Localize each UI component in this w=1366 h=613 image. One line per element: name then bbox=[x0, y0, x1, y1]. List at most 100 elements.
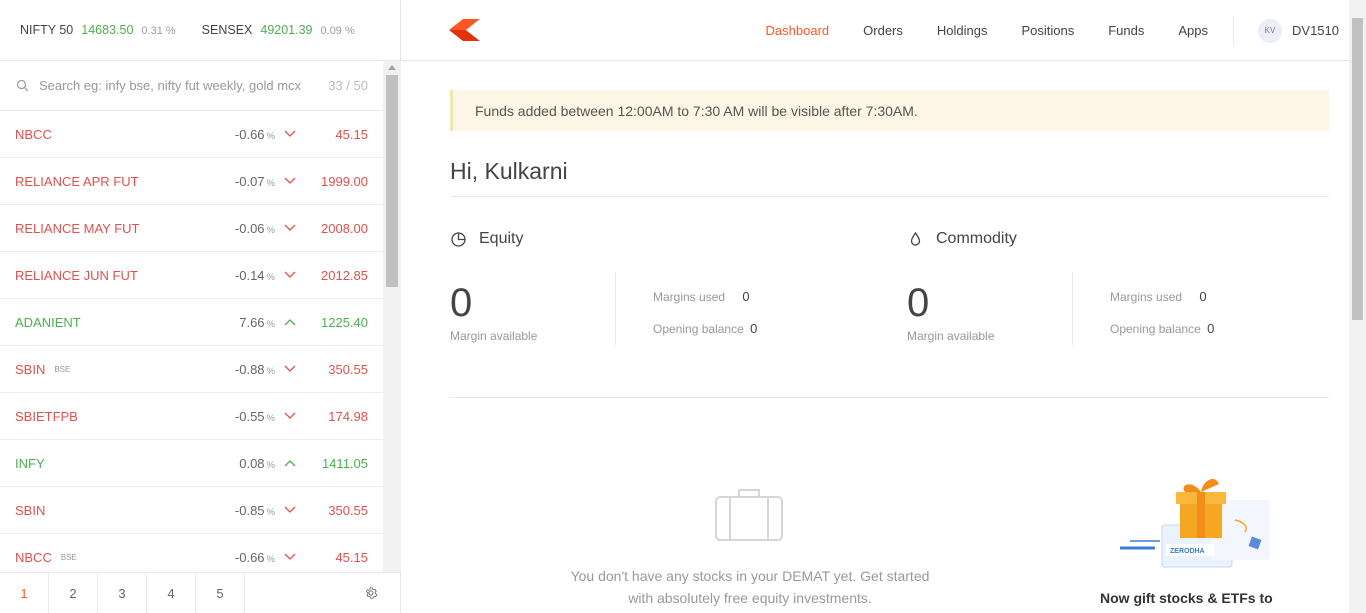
change-percent: -0.88% bbox=[185, 362, 275, 377]
last-price: 45.15 bbox=[335, 126, 368, 142]
scrollbar-thumb[interactable] bbox=[386, 75, 398, 287]
instrument-symbol: SBIETFPB bbox=[15, 409, 185, 424]
percent-sign: % bbox=[266, 271, 275, 283]
chevron-down-icon bbox=[275, 271, 305, 279]
page-tab-4[interactable]: 4 bbox=[147, 573, 196, 613]
symbol-name: SBIN bbox=[15, 361, 46, 377]
watchlist-item[interactable]: RELIANCE APR FUT -0.07% 1999.00 bbox=[0, 158, 383, 205]
percent-sign: % bbox=[266, 365, 275, 377]
last-price: 350.55 bbox=[328, 361, 368, 377]
change-value: -0.14 bbox=[234, 267, 265, 283]
search-input[interactable] bbox=[39, 78, 329, 93]
watchlist: NBCC -0.66% 45.15 RELIANCE APR FUT -0.07% 199… bbox=[0, 111, 383, 572]
search-icon bbox=[16, 79, 29, 92]
instrument-symbol: RELIANCE MAY FUT bbox=[15, 221, 185, 236]
symbol-name: SBIETFPB bbox=[15, 408, 78, 424]
commodity-margin-available: 0 bbox=[907, 281, 930, 325]
watchlist-item[interactable]: SBIN BSE -0.88% 350.55 bbox=[0, 346, 383, 393]
scrollbar-thumb[interactable] bbox=[1352, 18, 1363, 320]
watchlist-scrollbar[interactable] bbox=[383, 61, 401, 573]
index-bar: NIFTY 50 14683.50 0.31 % SENSEX 49201.39… bbox=[0, 0, 400, 61]
chevron-down-icon bbox=[275, 365, 305, 373]
nav-funds[interactable]: Funds bbox=[1108, 23, 1144, 38]
margin-segments: Equity 0 Margin available Margins used 0… bbox=[450, 197, 1329, 397]
nav-holdings[interactable]: Holdings bbox=[937, 23, 988, 38]
page-scrollbar[interactable] bbox=[1349, 0, 1366, 613]
instrument-symbol: INFY bbox=[15, 456, 185, 471]
user-id[interactable]: DV1510 bbox=[1292, 23, 1339, 38]
chevron-down-icon bbox=[275, 224, 305, 232]
last-price: 1411.05 bbox=[321, 455, 368, 471]
empty-text-line1: You don't have any stocks in your DEMAT … bbox=[570, 568, 930, 584]
divider bbox=[615, 272, 616, 345]
commodity-segment: Commodity 0 Margin available Margins use… bbox=[907, 197, 1347, 397]
watchlist-item[interactable]: INFY 0.08% 1411.05 bbox=[0, 440, 383, 487]
change-value: -0.88 bbox=[234, 361, 265, 377]
commodity-title[interactable]: Commodity bbox=[907, 230, 1017, 248]
watchlist-item[interactable]: SBIETFPB -0.55% 174.98 bbox=[0, 393, 383, 440]
watchlist-item[interactable]: NBCC BSE -0.66% 45.15 bbox=[0, 534, 383, 572]
gift-card-label: ZERODHA bbox=[1170, 548, 1205, 555]
page-tab-3[interactable]: 3 bbox=[98, 573, 147, 613]
kite-logo[interactable] bbox=[449, 19, 481, 46]
percent-sign: % bbox=[266, 177, 275, 189]
gift-card-illustration: ZERODHA bbox=[1120, 478, 1270, 568]
symbol-name: RELIANCE JUN FUT bbox=[15, 267, 138, 283]
index-nifty[interactable]: NIFTY 50 14683.50 0.31 % bbox=[20, 23, 176, 37]
watchlist-item[interactable]: ADANIENT 7.66% 1225.40 bbox=[0, 299, 383, 346]
watchlist-item[interactable]: SBIN -0.85% 350.55 bbox=[0, 487, 383, 534]
index-sensex[interactable]: SENSEX 49201.39 0.09 % bbox=[202, 23, 355, 37]
symbol-name: SBIN bbox=[15, 502, 46, 518]
change-percent: -0.06% bbox=[185, 221, 275, 236]
symbol-name: INFY bbox=[15, 455, 45, 471]
margin-available-label: Margin available bbox=[907, 329, 995, 343]
funds-notice: Funds added between 12:00AM to 7:30 AM w… bbox=[450, 90, 1329, 131]
nav-positions[interactable]: Positions bbox=[1021, 23, 1074, 38]
nav-dashboard[interactable]: Dashboard bbox=[766, 23, 830, 38]
divider bbox=[1072, 272, 1073, 345]
instrument-symbol: SBIN bbox=[15, 503, 185, 518]
scroll-up-icon[interactable] bbox=[388, 65, 396, 70]
commodity-opening-balance: Opening balance 0 bbox=[1110, 321, 1214, 336]
page-tab-2[interactable]: 2 bbox=[49, 573, 98, 613]
symbol-name: NBCC bbox=[15, 549, 52, 565]
index-name: NIFTY 50 bbox=[20, 23, 74, 37]
last-price: 2012.85 bbox=[321, 267, 368, 283]
margins-used-value: 0 bbox=[742, 289, 750, 304]
instrument-symbol: RELIANCE APR FUT bbox=[15, 174, 185, 189]
settings-button[interactable] bbox=[341, 573, 401, 613]
change-percent: 7.66% bbox=[185, 315, 275, 330]
nav-apps[interactable]: Apps bbox=[1178, 23, 1208, 38]
equity-title[interactable]: Equity bbox=[450, 230, 523, 248]
nav-orders[interactable]: Orders bbox=[863, 23, 903, 38]
exchange-tag: BSE bbox=[60, 552, 77, 562]
margins-used-value: 0 bbox=[1199, 289, 1207, 304]
last-price: 174.98 bbox=[328, 408, 368, 424]
watchlist-item[interactable]: NBCC -0.66% 45.15 bbox=[0, 111, 383, 158]
gift-promo[interactable]: ZERODHA Now gift stocks & ETFs to bbox=[1100, 470, 1280, 613]
greeting: Hi, Kulkarni bbox=[450, 158, 568, 184]
opening-balance-label: Opening balance bbox=[653, 322, 744, 336]
app: NIFTY 50 14683.50 0.31 % SENSEX 49201.39… bbox=[0, 0, 1366, 613]
empty-holdings-text: You don't have any stocks in your DEMAT … bbox=[550, 565, 950, 609]
watchlist-item[interactable]: RELIANCE JUN FUT -0.14% 2012.85 bbox=[0, 252, 383, 299]
top-nav: Dashboard Orders Holdings Positions Fund… bbox=[401, 0, 1349, 61]
watchlist-item[interactable]: RELIANCE MAY FUT -0.06% 2008.00 bbox=[0, 205, 383, 252]
index-change: 0.31 % bbox=[141, 25, 176, 37]
marketwatch-panel: NIFTY 50 14683.50 0.31 % SENSEX 49201.39… bbox=[0, 0, 401, 613]
index-value: 49201.39 bbox=[260, 23, 313, 37]
avatar[interactable]: KV bbox=[1258, 18, 1283, 43]
page-tab-5[interactable]: 5 bbox=[196, 573, 245, 613]
change-value: -0.66 bbox=[234, 126, 265, 142]
chevron-down-icon bbox=[275, 412, 305, 420]
last-price: 45.15 bbox=[335, 549, 368, 565]
page-tab-1[interactable]: 1 bbox=[0, 573, 49, 613]
percent-sign: % bbox=[266, 459, 275, 471]
percent-sign: % bbox=[266, 553, 275, 565]
change-percent: -0.66% bbox=[185, 127, 275, 142]
gear-icon bbox=[365, 587, 378, 599]
instrument-symbol: SBIN BSE bbox=[15, 362, 185, 377]
chevron-down-icon bbox=[275, 130, 305, 138]
margins-used-label: Margins used bbox=[1110, 290, 1183, 304]
instrument-symbol: NBCC BSE bbox=[15, 550, 185, 565]
